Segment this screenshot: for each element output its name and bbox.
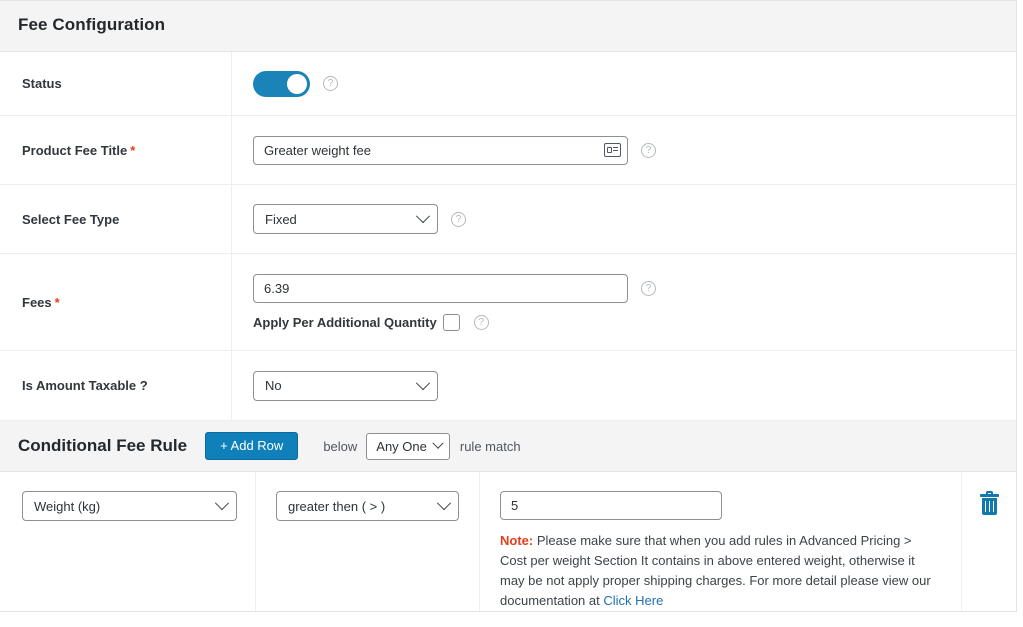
form-row-select-fee-type: Select Fee Type Fixed ? [0, 185, 1016, 254]
help-icon-apply-per-quantity[interactable]: ? [474, 315, 489, 330]
label-fees: Fees * [0, 254, 232, 350]
note-text: Please make sure that when you add rules… [500, 533, 931, 608]
help-icon-status[interactable]: ? [323, 76, 338, 91]
label-product-fee-title-text: Product Fee Title [22, 143, 127, 158]
form-row-status: Status ? [0, 52, 1016, 116]
help-icon-product-fee-title[interactable]: ? [641, 143, 656, 158]
required-asterisk: * [55, 295, 60, 310]
label-status: Status [0, 52, 232, 115]
label-fees-text: Fees [22, 295, 52, 310]
address-card-icon[interactable] [604, 143, 621, 157]
label-is-amount-taxable-text: Is Amount Taxable ? [22, 378, 148, 393]
rule-note: Note: Please make sure that when you add… [500, 531, 934, 611]
chevron-down-icon [437, 496, 451, 510]
page-title: Fee Configuration [18, 15, 165, 34]
apply-per-quantity-checkbox[interactable] [443, 314, 460, 331]
form-row-is-amount-taxable: Is Amount Taxable ? No [0, 351, 1016, 421]
apply-per-quantity-label: Apply Per Additional Quantity [253, 315, 437, 330]
product-fee-title-value: Greater weight fee [264, 143, 371, 158]
chevron-down-icon [432, 438, 443, 449]
label-is-amount-taxable: Is Amount Taxable ? [0, 351, 232, 420]
select-fee-type-value: Fixed [265, 212, 297, 227]
chevron-down-icon [416, 376, 430, 390]
rule-condition-value: greater then ( > ) [288, 499, 385, 514]
fees-value: 6.39 [264, 281, 289, 296]
is-amount-taxable-value: No [265, 378, 282, 393]
documentation-link[interactable]: Click Here [603, 593, 663, 608]
field-status: ? [232, 52, 1016, 115]
conditional-fee-rule-title: Conditional Fee Rule [18, 436, 187, 456]
below-label: below [323, 439, 357, 454]
table-row: Weight (kg) greater then ( > ) 5 Note: P… [0, 472, 1016, 611]
status-toggle[interactable] [253, 71, 310, 97]
label-select-fee-type: Select Fee Type [0, 185, 232, 253]
trash-body [982, 498, 997, 515]
conditional-fee-rule-header: Conditional Fee Rule + Add Row below Any… [0, 421, 1016, 472]
required-asterisk: * [130, 143, 135, 158]
rule-attribute-cell: Weight (kg) [0, 472, 256, 611]
chevron-down-icon [416, 209, 430, 223]
toggle-knob [287, 74, 307, 94]
rule-match-label: rule match [460, 439, 521, 454]
product-fee-title-input[interactable]: Greater weight fee [253, 136, 628, 165]
rule-condition-cell: greater then ( > ) [256, 472, 480, 611]
rule-condition-dropdown[interactable]: greater then ( > ) [276, 491, 459, 521]
help-icon-fees[interactable]: ? [641, 281, 656, 296]
is-amount-taxable-dropdown[interactable]: No [253, 371, 438, 401]
rule-match-value: Any One [376, 439, 427, 454]
fee-configuration-panel: Fee Configuration Status ? Product Fee T… [0, 0, 1017, 612]
add-row-button[interactable]: + Add Row [205, 432, 298, 460]
label-select-fee-type-text: Select Fee Type [22, 212, 119, 227]
field-product-fee-title: Greater weight fee ? [232, 116, 1016, 184]
help-icon-select-fee-type[interactable]: ? [451, 212, 466, 227]
select-fee-type-dropdown[interactable]: Fixed [253, 204, 438, 234]
field-is-amount-taxable: No [232, 351, 1016, 420]
field-fees: 6.39 ? Apply Per Additional Quantity ? [232, 254, 1016, 350]
form-row-fees: Fees * 6.39 ? Apply Per Additional Quant… [0, 254, 1016, 351]
rule-value-text: 5 [511, 498, 518, 513]
apply-per-quantity-line: Apply Per Additional Quantity ? [253, 314, 1016, 331]
rule-value-input[interactable]: 5 [500, 491, 722, 520]
rule-action-cell [962, 472, 1016, 611]
fee-configuration-header: Fee Configuration [0, 1, 1016, 52]
trash-lid [980, 494, 999, 497]
trash-icon[interactable] [980, 494, 999, 515]
rule-attribute-dropdown[interactable]: Weight (kg) [22, 491, 237, 521]
note-label: Note: [500, 533, 533, 548]
chevron-down-icon [215, 496, 229, 510]
rule-attribute-value: Weight (kg) [34, 499, 100, 514]
rule-value-cell: 5 Note: Please make sure that when you a… [480, 472, 962, 611]
form-row-product-fee-title: Product Fee Title * Greater weight fee ? [0, 116, 1016, 185]
label-status-text: Status [22, 76, 62, 91]
label-product-fee-title: Product Fee Title * [0, 116, 232, 184]
field-select-fee-type: Fixed ? [232, 185, 1016, 253]
rule-match-dropdown[interactable]: Any One [366, 433, 450, 460]
fees-input[interactable]: 6.39 [253, 274, 628, 303]
